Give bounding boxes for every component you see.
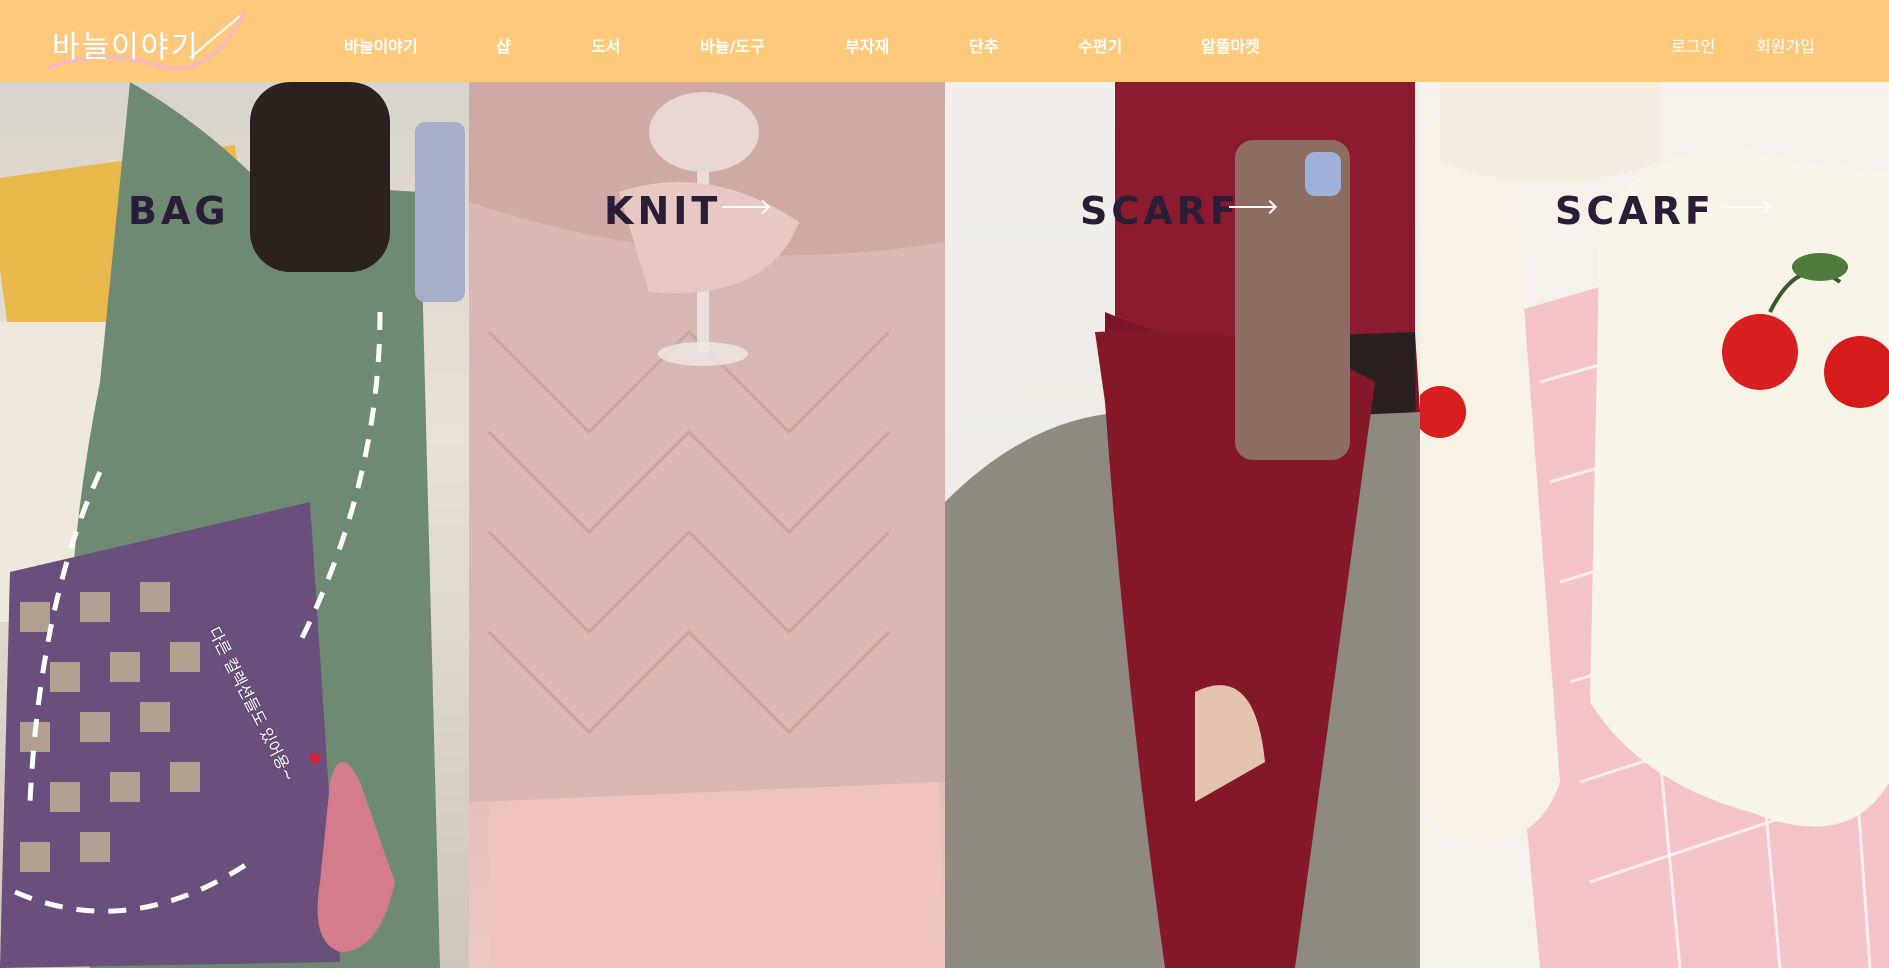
category-panel-bag[interactable]: bag 다른 컬렉션들도 있어용~ ♥ [0,82,469,968]
panel-title-scarf-1: scarf [1080,189,1240,233]
arrow-right-icon [722,206,768,208]
category-panel-knit[interactable]: knit [469,82,945,968]
logo-text: 바늘이야기 [52,30,200,65]
panel-title-bag: bag [128,189,230,233]
heart-icon: ♥ [308,750,323,769]
nav-item-flea-market[interactable]: 알뜰마켓 [1201,33,1260,57]
nav-item-baneul-story[interactable]: 바늘이야기 [344,33,418,57]
nav-item-shop[interactable]: 샵 [496,33,511,57]
site-logo[interactable]: 바늘이야기 [40,8,250,78]
arrow-right-icon [1229,206,1275,208]
arrow-right-icon [1723,206,1769,208]
nav-item-needles-tools[interactable]: 바늘/도구 [700,33,765,57]
category-panel-scarf-2[interactable]: scarf [1420,82,1889,968]
panel-title-knit: knit [604,189,722,233]
category-panel-scarf-1[interactable]: scarf [945,82,1420,968]
panel-title-scarf-2: scarf [1555,189,1715,233]
bag-photo-illustration [0,82,465,968]
nav-item-buttons[interactable]: 단추 [969,33,998,57]
nav-item-knitting-machine[interactable]: 수편기 [1078,33,1122,57]
nav-item-books[interactable]: 도서 [591,33,620,57]
site-header: 바늘이야기 바늘이야기 샵 도서 바늘/도구 부자재 단추 수편기 알뜰마켓 로… [0,0,1889,82]
category-panels: bag 다른 컬렉션들도 있어용~ ♥ knit [0,82,1889,968]
signup-link[interactable]: 회원가입 [1756,33,1815,57]
login-link[interactable]: 로그인 [1671,33,1715,57]
nav-item-supplies[interactable]: 부자재 [845,33,889,57]
